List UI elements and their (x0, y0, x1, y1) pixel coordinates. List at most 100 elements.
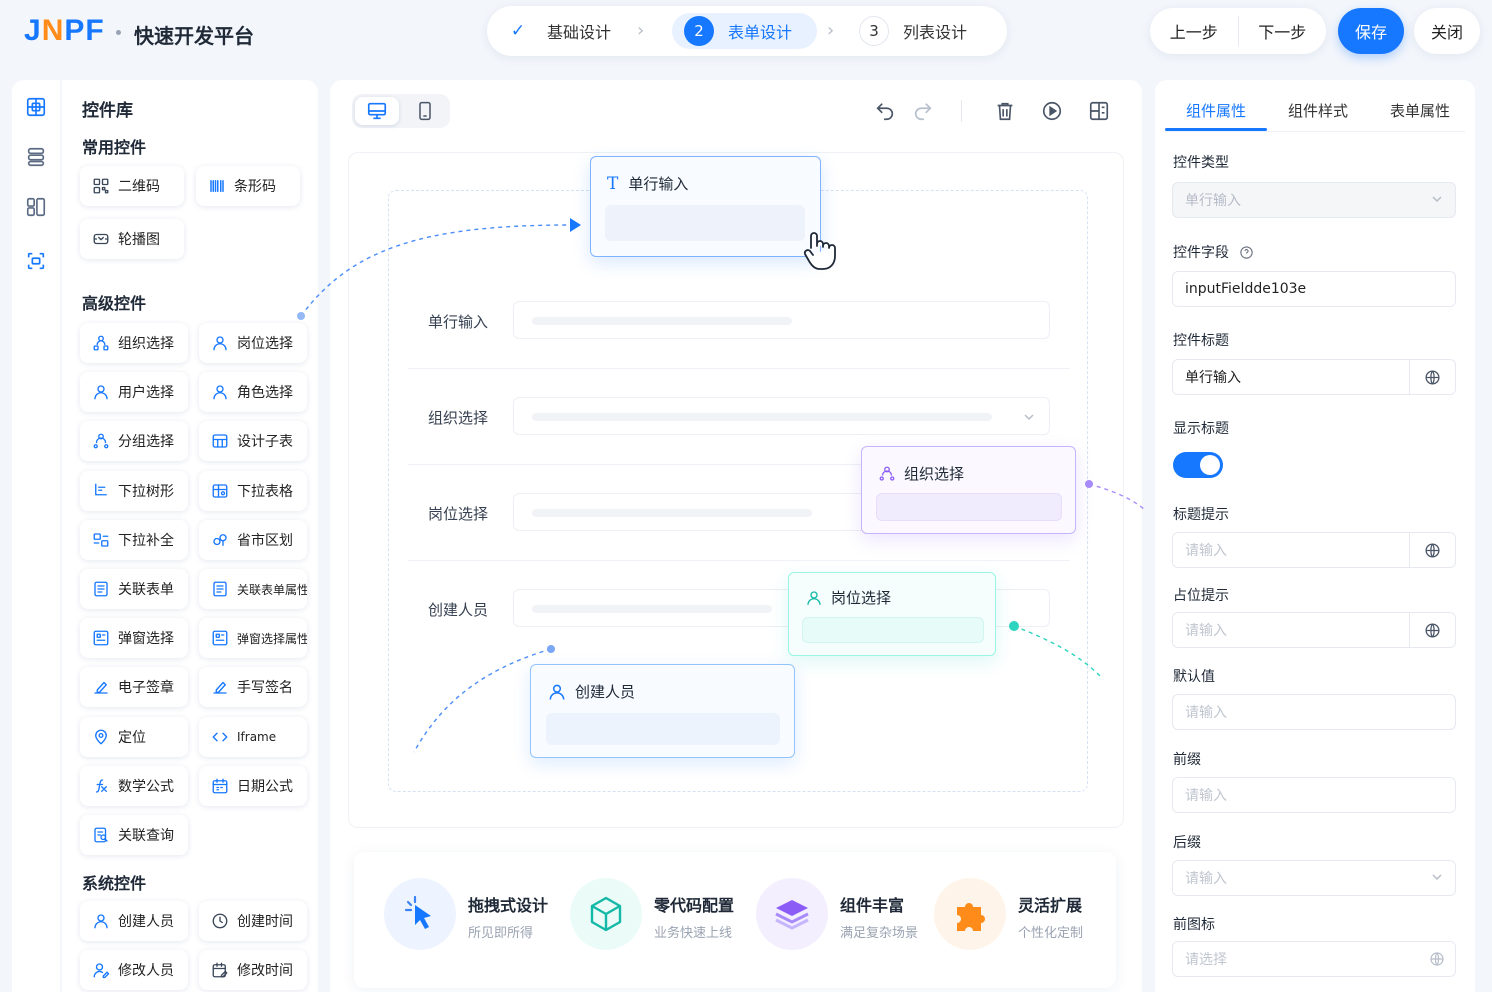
drag-card-org-select[interactable]: 组织选择 (861, 446, 1076, 534)
step-navigator: ✓ 基础设计 › 2 表单设计 › 3 列表设计 (487, 6, 1007, 56)
single-input-field[interactable] (513, 301, 1050, 339)
desktop-view-button[interactable] (355, 97, 399, 125)
widget-chip-label: 轮播图 (118, 232, 160, 248)
step-list-design[interactable]: 3 列表设计 (859, 13, 967, 49)
step-label: 表单设计 (728, 23, 793, 42)
help-icon[interactable] (1239, 245, 1254, 260)
prev-step-button[interactable]: 上一步 (1150, 8, 1238, 54)
widget-chip[interactable]: 下拉树形 (80, 470, 188, 511)
widget-chip[interactable]: 创建时间 (199, 901, 307, 941)
widget-chip-label: 二维码 (118, 179, 160, 195)
widget-chip[interactable]: 二维码 (80, 166, 184, 206)
popup-attr-icon (212, 630, 228, 646)
widget-chip[interactable]: 创建人员 (80, 901, 188, 941)
save-button[interactable]: 保存 (1338, 8, 1404, 54)
prefix-input[interactable]: 请输入 (1172, 777, 1456, 813)
drag-card-label: 创建人员 (575, 683, 636, 701)
widget-chip-label: 电子签章 (118, 680, 174, 697)
drag-card-single-input[interactable]: T 单行输入 (590, 156, 821, 257)
mobile-view-button[interactable] (403, 97, 447, 125)
widget-chip[interactable]: 轮播图 (80, 219, 184, 259)
step-label: 基础设计 (547, 23, 612, 42)
widget-library: 控件库 常用控件 高级控件 系统控件 二维码 条形码 轮播图 组织选择 岗位选择 用户选择… (62, 80, 318, 992)
toggle-knob (1200, 455, 1220, 475)
show-title-toggle[interactable] (1173, 452, 1223, 478)
mobile-icon (419, 101, 431, 121)
widget-chip[interactable]: 下拉表格 (199, 470, 307, 511)
globe-icon[interactable] (1409, 360, 1455, 394)
widget-chip[interactable]: 手写签名 (199, 667, 307, 708)
widget-chip[interactable]: 组织选择 (80, 323, 188, 363)
preview-play-icon[interactable] (1041, 100, 1063, 122)
title-input[interactable]: 单行输入 (1172, 359, 1456, 395)
user-icon (94, 385, 108, 400)
widget-chip[interactable]: 关联查询 (80, 815, 188, 855)
org-select-field[interactable] (513, 397, 1050, 435)
widget-chip[interactable]: 弹窗选择属性 (199, 618, 307, 659)
widget-chip[interactable]: 省市区划 (199, 519, 307, 560)
globe-icon (1430, 952, 1444, 966)
widget-chip[interactable]: 关联表单属性 (199, 569, 307, 609)
step-form-design[interactable]: 2 表单设计 (672, 13, 817, 49)
user-icon (549, 684, 565, 700)
widget-chip[interactable]: 岗位选择 (199, 323, 307, 363)
default-input[interactable]: 请输入 (1172, 694, 1456, 730)
widget-chip[interactable]: Iframe (199, 716, 307, 757)
widget-chip[interactable]: 修改时间 (199, 950, 307, 990)
step-basic-design[interactable]: ✓ 基础设计 (503, 13, 611, 49)
tab-form-props[interactable]: 表单属性 (1390, 100, 1450, 121)
tab-component-props[interactable]: 组件属性 (1186, 100, 1246, 121)
icon-select[interactable]: 请选择 (1172, 941, 1456, 977)
default-label: 默认值 (1173, 669, 1215, 685)
widget-chip[interactable]: 设计子表 (199, 421, 307, 462)
widget-chip[interactable]: 条形码 (196, 166, 300, 206)
field-input[interactable]: inputFieldde103e (1172, 271, 1456, 307)
feature-title: 拖拽式设计 (468, 896, 549, 915)
widget-chip-label: 分组选择 (118, 434, 174, 451)
widget-chip[interactable]: 用户选择 (80, 372, 188, 413)
close-button[interactable]: 关闭 (1414, 8, 1480, 54)
drag-card-title: 创建人员 (547, 681, 635, 702)
icon-label: 前图标 (1173, 917, 1215, 933)
globe-icon[interactable] (1409, 613, 1455, 647)
widget-chip[interactable]: 修改人员 (80, 950, 188, 990)
redo-icon[interactable] (912, 100, 934, 122)
layers-icon[interactable] (25, 146, 47, 168)
chevron-down-icon (1432, 874, 1442, 881)
widget-chip-label: 组织选择 (118, 336, 174, 352)
trash-icon[interactable] (994, 100, 1016, 122)
widget-chip[interactable]: 弹窗选择 (80, 618, 188, 659)
section-common-title: 常用控件 (82, 138, 147, 157)
code-view-icon[interactable] (1088, 100, 1110, 122)
widget-chip[interactable]: 数学公式 (80, 765, 188, 806)
widget-chip[interactable]: 日期公式 (199, 765, 307, 806)
widgets-icon[interactable] (25, 96, 47, 118)
device-toggle (352, 94, 450, 128)
feature-subtitle: 业务快速上线 (654, 926, 733, 941)
widget-chip[interactable]: 分组选择 (80, 421, 188, 462)
tip-input[interactable]: 请输入 (1172, 532, 1456, 568)
default-placeholder: 请输入 (1185, 705, 1227, 721)
placeholder-input[interactable]: 请输入 (1172, 612, 1456, 648)
widget-chip-label: 角色选择 (237, 385, 293, 402)
type-value: 单行输入 (1185, 193, 1241, 209)
drag-card-post-select[interactable]: 岗位选择 (788, 572, 996, 656)
hand-cursor-icon (803, 232, 836, 270)
drag-card-creator[interactable]: 创建人员 (530, 664, 795, 758)
post-icon (807, 590, 821, 605)
tab-component-style[interactable]: 组件样式 (1288, 100, 1348, 121)
next-step-button[interactable]: 下一步 (1239, 8, 1327, 54)
widget-chip[interactable]: 关联表单 (80, 569, 188, 609)
scan-icon[interactable] (25, 250, 47, 272)
layout-icon[interactable] (25, 196, 47, 218)
qrcode-icon (93, 178, 109, 194)
widget-chip-label: 创建人员 (118, 914, 174, 930)
widget-chip[interactable]: 定位 (80, 716, 188, 757)
undo-icon[interactable] (874, 100, 896, 122)
tree-icon (95, 483, 107, 496)
widget-chip[interactable]: 电子签章 (80, 667, 188, 708)
globe-icon[interactable] (1409, 533, 1455, 567)
widget-chip[interactable]: 角色选择 (199, 372, 307, 413)
widget-chip[interactable]: 下拉补全 (80, 519, 188, 560)
suffix-select[interactable]: 请输入 (1172, 860, 1456, 896)
